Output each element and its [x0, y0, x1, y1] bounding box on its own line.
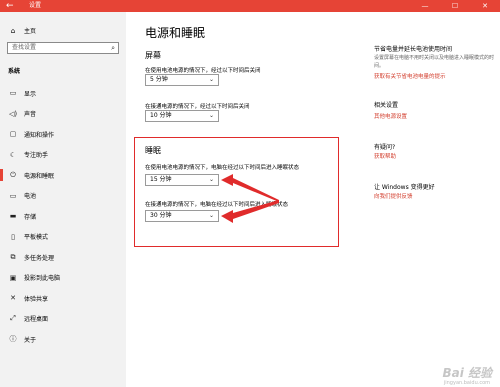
- sidebar-item-label: 平板模式: [24, 234, 49, 242]
- storage-icon: ▬: [9, 212, 17, 221]
- battery-icon: ▭: [9, 191, 17, 200]
- sidebar-item-label: 远程桌面: [24, 316, 49, 324]
- screen-heading: 屏幕: [145, 51, 161, 60]
- window-controls: — ☐ ✕: [410, 0, 500, 12]
- sidebar-item-label: 电源和睡眠: [24, 172, 55, 180]
- speaker-icon: ◁): [8, 109, 18, 118]
- maximize-button[interactable]: ☐: [440, 0, 470, 12]
- sidebar-item-remote-desktop[interactable]: ⤢ 远程桌面: [0, 309, 126, 330]
- saver-heading: 节省电量并延长电池使用时间: [374, 46, 453, 53]
- sidebar-item-label: 电池: [24, 193, 37, 201]
- window-title: 设置: [29, 2, 42, 9]
- sidebar-item-focus-assist[interactable]: ☾ 专注助手: [0, 145, 126, 166]
- sidebar-item-label: 多任务处理: [24, 254, 55, 262]
- sidebar-item-label: 存储: [24, 213, 37, 221]
- page-title: 电源和睡眠: [145, 26, 206, 40]
- sleep-heading: 睡眠: [145, 146, 161, 155]
- search-input[interactable]: 查找设置 ⌕: [7, 42, 119, 54]
- home-label: 主页: [24, 28, 37, 35]
- sidebar-item-tablet-mode[interactable]: ▯ 平板模式: [0, 227, 126, 248]
- dropdown-value: 5 分钟: [150, 76, 168, 83]
- feedback-link[interactable]: 向我们提供反馈: [374, 192, 413, 200]
- watermark-logo: Bai 经验: [442, 366, 492, 380]
- chevron-down-icon: ⌄: [208, 212, 214, 219]
- sidebar-item-sound[interactable]: ◁) 声音: [0, 104, 126, 125]
- sleep-battery-dropdown[interactable]: 15 分钟 ⌄: [145, 174, 219, 186]
- info-icon: ⓘ: [9, 335, 17, 344]
- get-help-link[interactable]: 获取帮助: [374, 152, 396, 160]
- home-nav-item[interactable]: ⌂ 主页: [8, 26, 37, 36]
- saver-link[interactable]: 获取有关节省电池电量的提示: [374, 72, 446, 80]
- chevron-down-icon: ⌄: [208, 112, 214, 119]
- sidebar-item-about[interactable]: ⓘ 关于: [0, 329, 126, 350]
- section-label-system: 系统: [8, 68, 21, 75]
- feedback-heading: 让 Windows 变得更好: [374, 184, 435, 191]
- sleep-plugged-dropdown[interactable]: 30 分钟 ⌄: [145, 210, 219, 222]
- screen-plugged-desc: 在接通电源的情况下，经过以下时间后关闭: [145, 104, 250, 110]
- sidebar-item-label: 投影到此电脑: [24, 275, 61, 283]
- sidebar-item-projecting[interactable]: ▣ 投影到此电脑: [0, 268, 126, 289]
- chevron-down-icon: ⌄: [208, 76, 214, 83]
- sidebar-item-multitasking[interactable]: ⧉ 多任务处理: [0, 247, 126, 268]
- main-content: 电源和睡眠 屏幕 在使用电池电源的情况下，经过以下时间后关闭 5 分钟 ⌄ 在接…: [126, 12, 500, 387]
- notification-icon: ▢: [9, 130, 17, 139]
- screen-battery-desc: 在使用电池电源的情况下，经过以下时间后关闭: [145, 68, 261, 74]
- multitasking-icon: ⧉: [10, 252, 16, 261]
- sidebar-item-power-sleep[interactable]: ⏻ 电源和睡眠: [0, 165, 126, 186]
- red-arrow-annotation: [221, 174, 279, 202]
- shared-experiences-icon: ✕: [10, 294, 16, 303]
- sidebar-item-label: 体验共享: [24, 295, 49, 303]
- dropdown-value: 30 分钟: [150, 212, 172, 219]
- tablet-icon: ▯: [11, 232, 15, 241]
- saver-text: 设置屏幕在电脑不用时关闭以及电脑进入睡眠模式的时间。: [374, 55, 495, 69]
- chevron-down-icon: ⌄: [208, 176, 214, 183]
- close-button[interactable]: ✕: [470, 0, 500, 12]
- related-heading: 相关设置: [374, 102, 399, 109]
- title-bar: ← 设置 — ☐ ✕: [0, 0, 500, 12]
- search-placeholder: 查找设置: [12, 44, 37, 51]
- sidebar-item-storage[interactable]: ▬ 存储: [0, 206, 126, 227]
- sleep-battery-desc: 在使用电池电源的情况下，电脑在经过以下时间后进入睡眠状态: [145, 165, 300, 171]
- other-power-settings-link[interactable]: 其他电源设置: [374, 112, 407, 120]
- back-arrow-icon[interactable]: ←: [6, 1, 16, 11]
- projector-icon: ▣: [9, 273, 17, 282]
- sidebar-item-label: 专注助手: [24, 152, 49, 160]
- sidebar-nav: ▭ 显示 ◁) 声音 ▢ 通知和操作 ☾ 专注助手 ⏻ 电源和睡眠 ▭ 电池 ▬ 存储 ▯ 平板…: [0, 83, 126, 350]
- remote-desktop-icon: ⤢: [10, 314, 16, 323]
- sidebar-item-label: 关于: [24, 336, 37, 344]
- power-icon: ⏻: [10, 170, 16, 179]
- red-arrow-annotation: [221, 200, 279, 223]
- sidebar-item-display[interactable]: ▭ 显示: [0, 83, 126, 104]
- home-icon: ⌂: [10, 26, 16, 35]
- sidebar-item-label: 声音: [24, 111, 37, 119]
- question-heading: 有疑问?: [374, 144, 396, 151]
- minimize-button[interactable]: —: [410, 0, 440, 12]
- display-icon: ▭: [9, 89, 17, 98]
- screen-plugged-dropdown[interactable]: 10 分钟 ⌄: [145, 110, 219, 122]
- sidebar: ⌂ 主页 查找设置 ⌕ 系统 ▭ 显示 ◁) 声音 ▢ 通知和操作 ☾ 专注助手 ⏻ 电源…: [0, 12, 126, 387]
- watermark-url: jingyan.baidu.com: [443, 380, 490, 386]
- dropdown-value: 10 分钟: [150, 112, 172, 119]
- sidebar-item-notifications[interactable]: ▢ 通知和操作: [0, 124, 126, 145]
- screen-battery-dropdown[interactable]: 5 分钟 ⌄: [145, 74, 219, 86]
- sidebar-item-battery[interactable]: ▭ 电池: [0, 186, 126, 207]
- sidebar-item-label: 通知和操作: [24, 131, 55, 139]
- search-icon[interactable]: ⌕: [111, 44, 115, 53]
- sidebar-item-label: 显示: [24, 90, 37, 98]
- moon-icon: ☾: [9, 150, 17, 159]
- sidebar-item-shared-experiences[interactable]: ✕ 体验共享: [0, 288, 126, 309]
- dropdown-value: 15 分钟: [150, 176, 172, 183]
